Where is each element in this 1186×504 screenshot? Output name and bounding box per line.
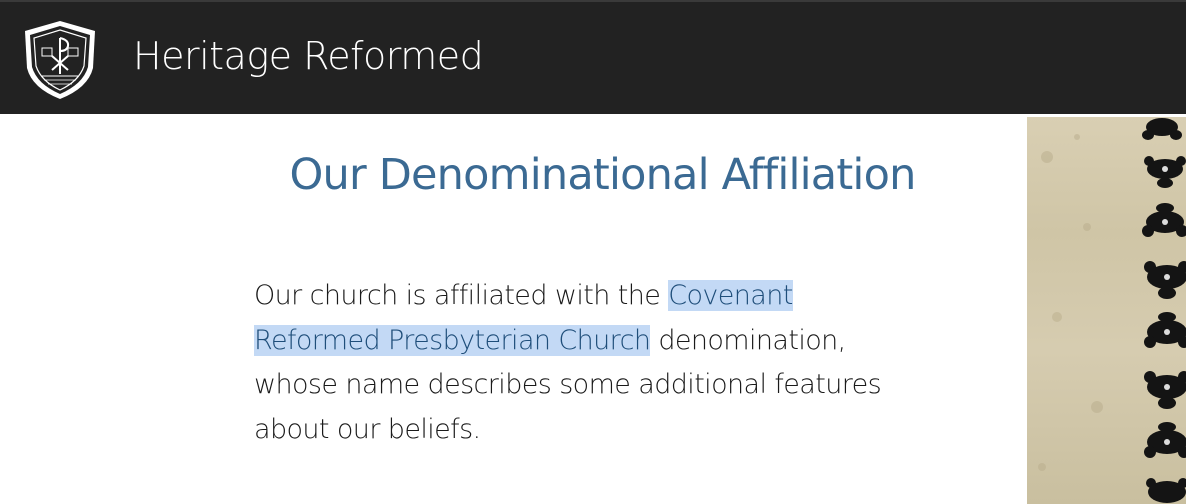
top-navigation-bar: Heritage Reformed [0, 0, 1186, 114]
paragraph-text-before-link: Our church is affiliated with the [254, 280, 669, 311]
page-title: Our Denominational Affiliation [289, 150, 916, 200]
church-shield-logo-icon[interactable] [20, 18, 100, 102]
affiliation-paragraph: Our church is affiliated with the Covena… [254, 274, 914, 452]
ornamental-border-image [1027, 117, 1186, 504]
site-title[interactable]: Heritage Reformed [133, 35, 484, 78]
